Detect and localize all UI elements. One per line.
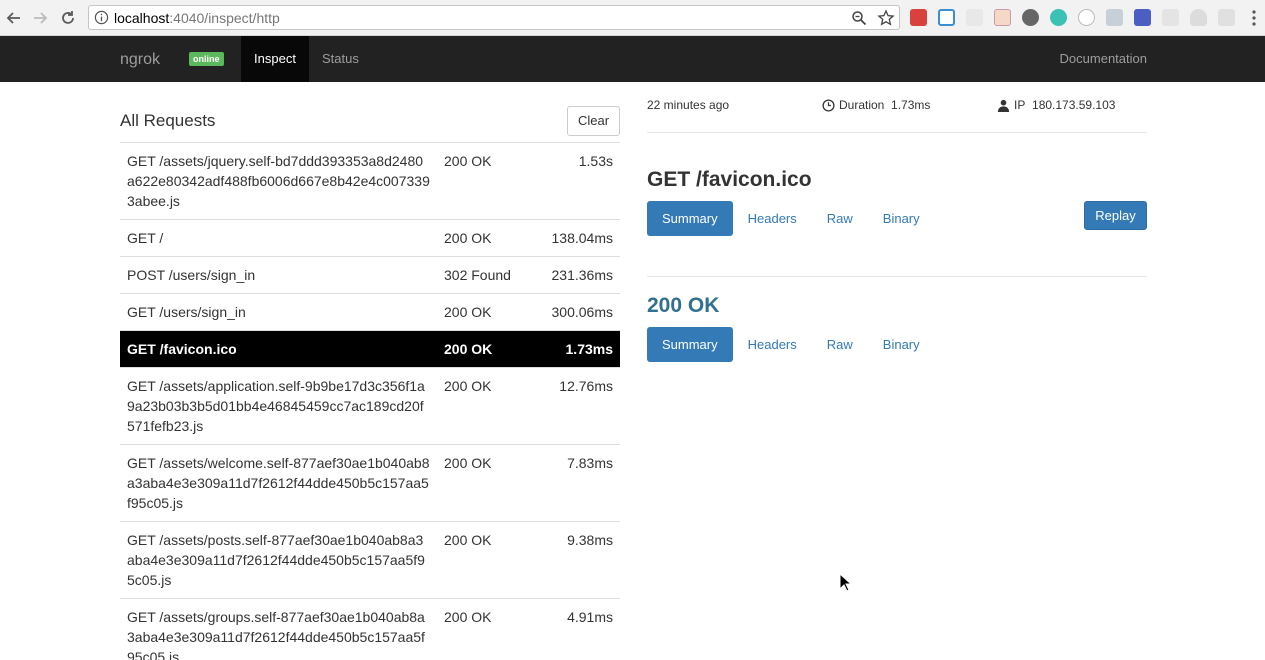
parachute-icon[interactable] [1190,9,1207,26]
request-duration: 12.76ms [534,367,620,445]
tab-request-headers[interactable]: Headers [733,201,812,236]
request-status: 200 OK [437,330,534,368]
table-row-selected[interactable]: GET /favicon.ico 200 OK 1.73ms [120,330,620,368]
tab-request-binary[interactable]: Binary [868,201,935,236]
brand-logo[interactable]: ngrok [120,51,160,69]
duration-label: Duration [839,98,885,112]
request-status: 200 OK [437,293,534,331]
address-bar[interactable]: localhost:4040/inspect/http [88,5,900,30]
requests-title: All Requests [120,111,216,130]
zoom-icon[interactable] [851,10,867,26]
mouse-cursor-icon [839,573,851,592]
user-icon [997,99,1010,112]
tree-icon[interactable] [966,9,983,26]
tab-status[interactable]: Status [322,36,359,82]
request-duration: 231.36ms [534,256,620,294]
forward-arrow-icon [34,12,48,24]
request-status: 200 OK [437,521,534,599]
request-path: GET /favicon.ico [120,330,437,368]
pocket-icon[interactable] [910,9,927,26]
divider [647,276,1147,277]
request-duration: 1.73ms [534,330,620,368]
request-path: GET /assets/posts.self-877aef30ae1b040ab… [120,521,437,599]
request-duration: 4.91ms [534,598,620,660]
info-icon[interactable] [94,10,109,25]
request-status: 200 OK [437,219,534,257]
ip-meta: IP 180.173.59.103 [997,98,1115,112]
request-status: 200 OK [437,367,534,445]
reload-icon [62,11,74,24]
request-duration: 7.83ms [534,444,620,522]
url-text: localhost:4040/inspect/http [114,10,280,26]
table-row[interactable]: POST /users/sign_in 302 Found 231.36ms [120,256,620,294]
request-path: GET / [120,219,437,257]
duration-value: 1.73ms [891,98,931,112]
table-row[interactable]: GET / 200 OK 138.04ms [120,219,620,257]
ip-label: IP [1014,98,1026,112]
table-row[interactable]: GET /assets/posts.self-877aef30ae1b040ab… [120,521,620,599]
request-path: GET /assets/welcome.self-877aef30ae1b040… [120,444,437,522]
request-status: 200 OK [437,444,534,522]
clear-button[interactable]: Clear [567,106,620,136]
navbar: ngrok online Inspect Status Documentatio… [0,36,1265,82]
requests-table: GET /assets/jquery.self-bd7ddd393353a8d2… [120,142,620,660]
tab-response-headers[interactable]: Headers [733,327,812,362]
m-icon[interactable] [1050,9,1067,26]
clock-icon [822,98,835,112]
request-tabs: Summary Headers Raw Binary [647,201,935,236]
compass-icon[interactable] [1022,9,1039,26]
notes-icon[interactable] [994,9,1011,26]
browser-menu-icon[interactable] [1250,9,1258,27]
request-status: 200 OK [437,142,534,220]
download-icon[interactable] [1106,9,1123,26]
table-row[interactable]: GET /assets/jquery.self-bd7ddd393353a8d2… [120,142,620,220]
divider [647,132,1147,133]
request-duration: 1.53s [534,142,620,220]
tab-request-raw[interactable]: Raw [812,201,868,236]
bookmark-star-icon[interactable] [877,9,895,27]
table-row[interactable]: GET /assets/welcome.self-877aef30ae1b040… [120,444,620,522]
back-arrow-icon [6,12,20,24]
circle-icon[interactable] [1078,9,1095,26]
request-path: GET /assets/application.self-9b9be17d3c3… [120,367,437,445]
request-path: GET /assets/groups.self-877aef30ae1b040a… [120,598,437,660]
request-path: GET /assets/jquery.self-bd7ddd393353a8d2… [120,142,437,220]
response-tabs: Summary Headers Raw Binary [647,327,935,362]
reader-icon[interactable] [1134,9,1151,26]
browser-toolbar: localhost:4040/inspect/http [0,0,1265,36]
shield-icon[interactable] [1162,9,1179,26]
table-row[interactable]: GET /assets/groups.self-877aef30ae1b040a… [120,598,620,660]
request-title: GET /favicon.ico [647,168,812,191]
table-row[interactable]: GET /assets/application.self-9b9be17d3c3… [120,367,620,445]
request-status: 302 Found [437,256,534,294]
duration-meta: Duration 1.73ms [822,98,930,112]
back-button[interactable] [2,6,26,30]
tab-response-summary[interactable]: Summary [647,327,733,362]
request-duration: 300.06ms [534,293,620,331]
forward-button[interactable] [28,6,52,30]
documentation-link[interactable]: Documentation [1060,36,1147,82]
request-duration: 138.04ms [534,219,620,257]
table-row[interactable]: GET /users/sign_in 200 OK 300.06ms [120,293,620,331]
replay-button[interactable]: Replay [1084,201,1147,230]
tab-response-binary[interactable]: Binary [868,327,935,362]
reload-button[interactable] [56,6,80,30]
request-status: 200 OK [437,598,534,660]
request-duration: 9.38ms [534,521,620,599]
tab-inspect[interactable]: Inspect [241,36,309,82]
bird-icon[interactable] [1218,9,1235,26]
status-badge: online [189,52,224,66]
time-ago: 22 minutes ago [647,98,730,112]
tab-request-summary[interactable]: Summary [647,201,733,236]
tab-response-raw[interactable]: Raw [812,327,868,362]
request-path: GET /users/sign_in [120,293,437,331]
screenshot-icon[interactable] [938,9,955,26]
response-title: 200 OK [647,294,720,317]
ip-value: 180.173.59.103 [1032,98,1116,112]
request-path: POST /users/sign_in [120,256,437,294]
